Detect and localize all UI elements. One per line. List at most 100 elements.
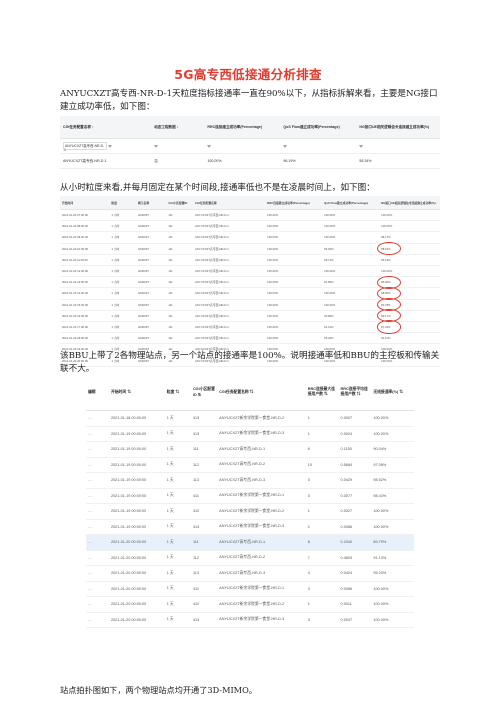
table-cell: 1 天 (164, 426, 191, 442)
table-cell: 411 (190, 581, 218, 597)
table-cell: 2021-01-20 00:00:00 (108, 550, 165, 566)
table-cell: 4 (305, 565, 339, 582)
table-row[interactable]: … 2021-01-19 00:00:00 1 天 411 ANYUCXZT新余学院第一… (86, 488, 414, 504)
table-cell: ANYUCXZT高专西-NR-D-3 (217, 472, 306, 489)
row-action-menu[interactable]: … (86, 612, 109, 628)
row-action-menu[interactable]: … (86, 565, 109, 582)
table-cell: 2021-01-20 17:00:00 (60, 321, 110, 334)
table-cell: 112 (190, 457, 218, 473)
filter-cell[interactable] (151, 138, 205, 154)
table-cell: 111 (166, 254, 193, 266)
table-row[interactable]: 2021-01-20 18:00:00 1 小时 HSRXZT 111 ANYUCXZT… (60, 332, 440, 345)
table-cell: ANYUCXZT新余学院第一食堂-NR-D-1 (217, 488, 306, 504)
column-header[interactable]: CGI任务配置名称 ⇅ (217, 374, 306, 411)
column-header[interactable]: 粒度 ⇅ (164, 374, 191, 411)
table-row[interactable]: … 2021-01-19 00:00:00 1 天 112 ANYUCXZT高专西-NR… (86, 457, 414, 473)
table-row[interactable]: … 2021-01-19 00:00:00 1 天 413 ANYUCXZT新余学院第一… (86, 519, 414, 535)
table-cell: 1 天 (164, 550, 191, 566)
column-header: RRC连接建立成功率(Percentage) (204, 116, 281, 139)
filter-icon[interactable] (359, 144, 364, 148)
column-header[interactable]: RRC连接最大连接用户数 ⇅ (305, 374, 339, 411)
row-action-menu[interactable]: … (86, 410, 109, 427)
column-header[interactable]: RRC连接平均连接用户数 ⇅ (338, 374, 372, 411)
table-row[interactable]: 2021-01-20 08:00:00 1 小时 HSRXZT 111 ANYUCXZT… (60, 220, 440, 233)
table-cell: 10 (305, 457, 339, 473)
row-action-menu[interactable]: … (86, 596, 109, 613)
table-row[interactable]: 2021-01-20 07:00:00 1 小时 HSRXZT 111 ANYUCXZT… (60, 209, 440, 222)
table-row[interactable]: … 2021-01-19 00:00:00 1 天 113 ANYUCXZT高专西-NR… (86, 472, 414, 489)
table-cell: 6 (305, 534, 339, 551)
table-cell: 100.00% (371, 581, 414, 597)
table-cell: 100.00% (322, 231, 380, 244)
row-action-menu[interactable]: … (86, 534, 109, 551)
table-cell: 6 (305, 441, 339, 458)
row-action-menu[interactable]: … (86, 472, 109, 489)
row-action-menu[interactable]: … (86, 457, 109, 473)
table-cell: 91.13% (371, 550, 414, 566)
filter-icon[interactable] (108, 144, 112, 148)
table-cell: 111 (166, 310, 193, 322)
annotation-circle (377, 320, 402, 334)
table-row[interactable]: 2021-01-20 12:00:00 1 小时 HSRXZT 111 ANYUCXZT… (60, 265, 440, 278)
filter-icon[interactable] (207, 144, 212, 148)
table-row[interactable]: … 2021-01-20 00:00:00 1 天 413 ANYUCXZT新余学院第一… (86, 612, 414, 628)
column-header[interactable]: 开始时间 (60, 196, 110, 210)
row-action-menu[interactable]: … (86, 519, 109, 535)
filter-cell[interactable] (280, 138, 357, 154)
table-cell: ANYUCXZT高专西-NR-D-1 (60, 153, 152, 169)
column-header[interactable]: CGI小区配置ID ⇅ (190, 374, 218, 411)
column-header[interactable]: CGI任务配置名称 ↕ (60, 116, 152, 139)
row-action-menu[interactable]: … (86, 503, 109, 520)
column-header[interactable]: 开始时间 ⇅ (108, 374, 165, 411)
table-cell: 100.00% (379, 220, 440, 233)
table-cell: ANYUCXZT高专西-NR-D-1 (192, 310, 266, 322)
table-cell: 2021-01-20 15:00:00 (60, 299, 110, 311)
table-row[interactable]: … 2021-01-20 00:00:00 1 天 113 ANYUCXZT高专西-NR… (86, 565, 414, 582)
column-header[interactable]: 动态工程数据 ↕ (151, 116, 205, 139)
row-action-menu[interactable]: … (86, 550, 109, 566)
column-header[interactable]: 网元名称 (135, 196, 167, 210)
row-action-menu[interactable]: … (86, 581, 109, 597)
filter-icon[interactable] (154, 144, 159, 148)
table-cell: 95.29% (322, 332, 380, 345)
table-cell: 100.00% (265, 243, 323, 255)
table-cell: HSRXZT (135, 310, 167, 322)
table-row[interactable]: … 2021-01-20 00:00:00 1 天 412 ANYUCXZT新余学院第一… (86, 596, 414, 613)
table-cell: 1 小时 (109, 310, 136, 322)
filter-input[interactable]: ANYUCXZT高专西-NR-D-1 (63, 142, 107, 152)
table-cell: 111 (166, 287, 193, 300)
table-row[interactable]: 2021-01-20 11:00:00 1 小时 HSRXZT 111 ANYUCXZT… (60, 254, 440, 266)
row-action-menu[interactable]: … (86, 441, 109, 458)
column-header[interactable]: 粒度 (109, 196, 136, 210)
table-row[interactable]: … 2021-01-20 00:00:00 1 天 112 ANYUCXZT高专西-NR… (86, 550, 414, 566)
filter-cell[interactable] (204, 138, 281, 154)
table-cell: 1 (305, 426, 339, 442)
table-row[interactable]: … 2021-01-19 00:00:00 1 天 413 ANYUCXZT新余学院第一… (86, 426, 414, 442)
table-row[interactable]: … 2021-01-19 00:00:00 1 天 111 ANYUCXZT高专西-NR… (86, 441, 414, 458)
row-action-menu[interactable]: … (86, 426, 109, 442)
column-header[interactable]: 无线接通率(%) ⇅ (371, 374, 414, 411)
row-action-menu[interactable]: … (86, 488, 109, 504)
column-header[interactable]: CGI任务配置名称 (192, 196, 266, 210)
table-cell: 1 小时 (109, 332, 136, 345)
table-cell: 2021-01-19 00:00:00 (108, 519, 165, 535)
table-cell: 113 (190, 472, 218, 489)
table-cell: 0.1150 (338, 441, 372, 458)
table-cell: 2021-01-19 00:00:00 (108, 457, 165, 473)
table-row[interactable]: 2021-01-20 09:00:00 1 小时 HSRXZT 111 ANYUCXZT… (60, 231, 440, 244)
table-row[interactable]: … 2021-01-20 00:00:00 1 天 111 ANYUCXZT高专西-NR… (86, 534, 414, 551)
table-cell: 95.19% (379, 254, 440, 266)
table-row[interactable]: … 2021-01-19 00:00:00 1 天 412 ANYUCXZT新余学院第一… (86, 503, 414, 520)
table-cell: 100.00% (379, 209, 440, 222)
table-cell: 2021-01-20 13:00:00 (60, 276, 110, 289)
filter-icon[interactable] (283, 144, 288, 148)
filter-cell[interactable] (356, 138, 440, 154)
table-cell: 100.00% (265, 209, 323, 222)
table-cell: 111 (166, 243, 193, 255)
column-header[interactable]: CGI小区配置ID (166, 196, 193, 210)
filter-cell[interactable]: ANYUCXZT高专西-NR-D-1 (60, 138, 152, 154)
table-cell: ANYUCXZT高专西-NR-D-1 (192, 243, 266, 255)
table-row[interactable]: … 2021-01-18 00:00:00 1 天 413 ANYUCXZT新余学院第一… (86, 410, 414, 427)
table-cell: 412 (190, 503, 218, 520)
table-row[interactable]: … 2021-01-20 00:00:00 1 天 411 ANYUCXZT新余学院第一… (86, 581, 414, 597)
